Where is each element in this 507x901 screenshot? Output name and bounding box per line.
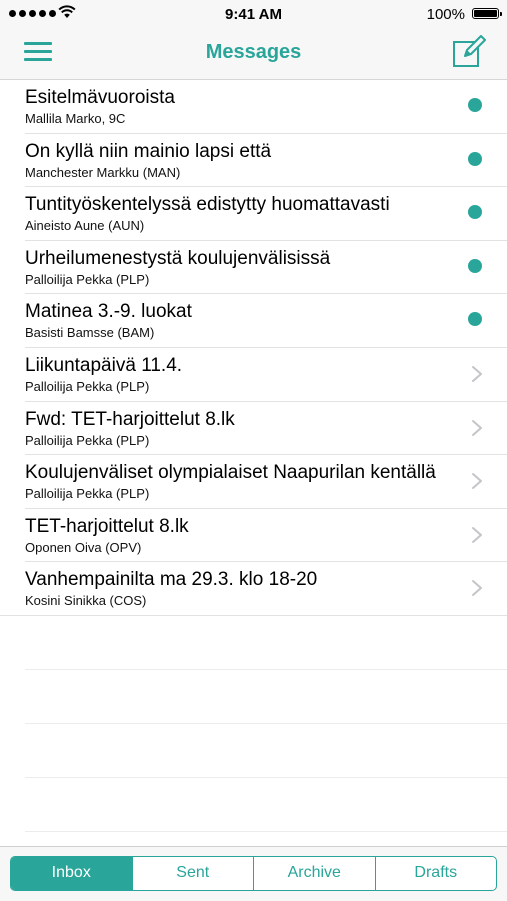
message-row[interactable]: Fwd: TET-harjoittelut 8.lk Palloilija Pek…: [25, 402, 507, 456]
message-subject: Koulujenväliset olympialaiset Naapurilan…: [25, 462, 436, 484]
unread-dot-icon: [468, 98, 482, 112]
unread-dot-icon: [468, 258, 482, 273]
message-subject: Liikuntapäivä 11.4.: [25, 354, 183, 376]
message-sender: Palloilija Pekka (PLP): [25, 378, 150, 394]
message-row[interactable]: Vanhempainilta ma 29.3. klo 18-20 Kosini …: [0, 562, 507, 616]
tab-inbox[interactable]: Inbox: [11, 857, 133, 890]
empty-row-divider: [25, 777, 507, 778]
message-row[interactable]: TET-harjoittelut 8.lk Oponen Oiva (OPV): [25, 509, 507, 563]
battery-icon: [472, 8, 502, 19]
message-row[interactable]: Matinea 3.-9. luokat Basisti Bamsse (BAM): [25, 294, 507, 348]
message-subject: On kyllä niin mainio lapsi että: [25, 140, 272, 162]
tab-sent[interactable]: Sent: [133, 857, 254, 890]
message-sender: Mallila Marko, 9C: [25, 111, 126, 126]
empty-row-divider: [25, 669, 507, 670]
message-subject: Fwd: TET-harjoittelut 8.lk: [25, 408, 235, 430]
unread-dot-icon: [468, 205, 482, 220]
message-subject: Vanhempainilta ma 29.3. klo 18-20: [25, 569, 318, 591]
nav-bar: Messages: [0, 28, 507, 80]
message-sender: Palloilija Pekka (PLP): [25, 271, 150, 287]
message-row[interactable]: On kyllä niin mainio lapsi että Mancheste…: [25, 134, 507, 188]
message-row[interactable]: Urheilumenestystä koulujenvälisissä Pallo…: [25, 241, 507, 295]
status-bar: 9:41 AM 100%: [0, 0, 507, 28]
message-subject: TET-harjoittelut 8.lk: [25, 515, 189, 537]
message-subject: Urheilumenestystä koulujenvälisissä: [25, 247, 331, 269]
message-sender: Kosini Sinikka (COS): [25, 593, 147, 609]
mailbox-segmented-control: Inbox Sent Archive Drafts: [10, 856, 497, 891]
message-row[interactable]: Esitelmävuoroista Mallila Marko, 9C: [25, 80, 507, 134]
message-sender: Basisti Bamsse (BAM): [25, 325, 155, 341]
message-subject: Matinea 3.-9. luokat: [25, 301, 192, 323]
battery-percent: 100%: [426, 6, 465, 23]
tab-bar: Inbox Sent Archive Drafts: [0, 846, 507, 901]
chevron-right-icon: [472, 580, 482, 597]
message-list: Esitelmävuoroista Mallila Marko, 9C On kyl…: [0, 80, 507, 616]
message-sender: Oponen Oiva (OPV): [25, 539, 142, 555]
message-row[interactable]: Koulujenväliset olympialaiset Naapurilan…: [25, 455, 507, 509]
message-sender: Aineisto Aune (AUN): [25, 218, 145, 234]
chevron-right-icon: [472, 419, 482, 436]
message-row[interactable]: Tuntityöskentelyssä edistytty huomattava…: [25, 187, 507, 241]
message-row[interactable]: Liikuntapäivä 11.4. Palloilija Pekka (PLP…: [25, 348, 507, 402]
chevron-right-icon: [472, 365, 482, 382]
page-title: Messages: [205, 41, 302, 63]
message-sender: Palloilija Pekka (PLP): [25, 432, 150, 448]
chevron-right-icon: [472, 473, 482, 490]
message-sender: Palloilija Pekka (PLP): [25, 486, 150, 502]
message-subject: Tuntityöskentelyssä edistytty huomattava…: [25, 194, 390, 216]
tab-drafts[interactable]: Drafts: [376, 857, 497, 890]
message-sender: Manchester Markku (MAN): [25, 164, 181, 180]
message-subject: Esitelmävuoroista: [25, 87, 175, 108]
unread-dot-icon: [468, 312, 482, 327]
empty-row-divider: [25, 723, 507, 724]
unread-dot-icon: [468, 151, 482, 166]
chevron-right-icon: [472, 526, 482, 543]
tab-archive[interactable]: Archive: [254, 857, 376, 890]
empty-row-divider: [25, 831, 507, 832]
compose-icon[interactable]: [452, 35, 486, 69]
